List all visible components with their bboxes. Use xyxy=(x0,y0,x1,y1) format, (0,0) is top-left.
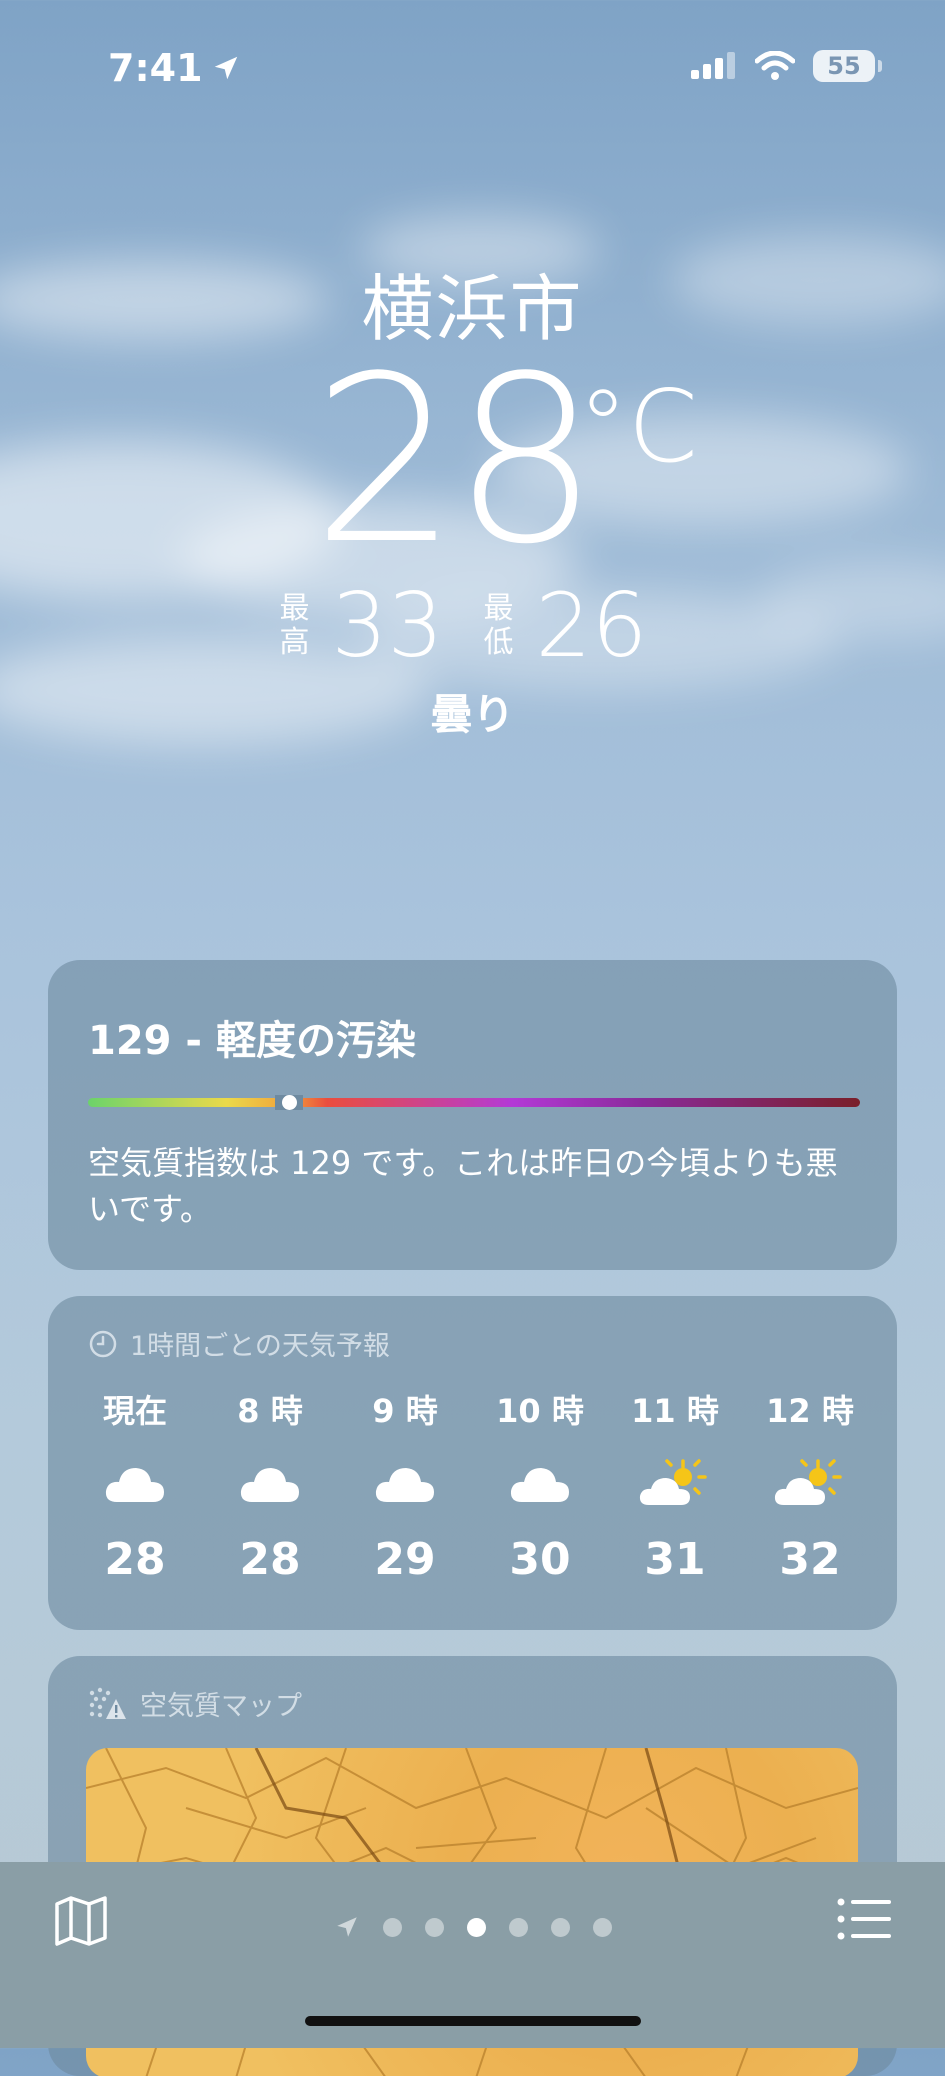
time-label: 7:41 xyxy=(108,46,203,90)
air-quality-card[interactable]: 129 - 軽度の汚染 空気質指数は 129 です。これは昨日の今頃よりも悪いで… xyxy=(48,960,897,1270)
aqi-description: 空気質指数は 129 です。これは昨日の今頃よりも悪いです。 xyxy=(88,1144,838,1228)
hour-label: 12 時 xyxy=(766,1392,854,1430)
clock-icon xyxy=(89,1330,117,1357)
high-label: 最 高 xyxy=(280,592,310,660)
hour-temp: 30 xyxy=(509,1534,571,1585)
cellular-signal-icon xyxy=(691,52,735,79)
hour-temp: 28 xyxy=(239,1534,301,1585)
hour-label: 10 時 xyxy=(496,1392,584,1430)
wifi-icon xyxy=(755,51,795,80)
cloud-icon xyxy=(240,1468,299,1502)
hour-item: 10 時 30 xyxy=(475,1386,605,1585)
page-dot[interactable] xyxy=(424,1917,444,1937)
hour-item: 8 時 28 xyxy=(205,1386,335,1585)
hour-label: 8 時 xyxy=(237,1392,303,1430)
list-icon[interactable] xyxy=(837,1896,891,1942)
hour-item: 11 時 31 xyxy=(610,1386,740,1585)
current-temperature: 28 °C xyxy=(0,347,945,577)
hour-temp: 32 xyxy=(779,1534,841,1585)
temperature-unit: °C xyxy=(578,368,698,485)
cloud-icon xyxy=(105,1468,164,1502)
air-quality-warning-icon xyxy=(89,1687,126,1719)
hour-item: 現在 28 xyxy=(70,1386,200,1585)
page-dot[interactable] xyxy=(382,1917,402,1937)
page-indicator[interactable] xyxy=(0,1914,945,1940)
condition-label: 曇り xyxy=(430,690,515,739)
map-header: 空気質マップ xyxy=(88,1684,302,1723)
partly-sunny-icon xyxy=(639,1459,707,1505)
high-label-1: 最 xyxy=(279,591,310,626)
page-dot[interactable] xyxy=(508,1917,528,1937)
hour-temp: 29 xyxy=(374,1534,436,1585)
bottom-toolbar xyxy=(0,1862,945,2048)
hourly-header: 1時間ごとの天気予報 xyxy=(88,1324,390,1363)
map-header-label: 空気質マップ xyxy=(140,1691,302,1722)
high-label-2: 高 xyxy=(279,625,310,660)
location-arrow-icon xyxy=(214,56,237,80)
low-label: 最 低 xyxy=(484,592,514,660)
hour-label: 現在 xyxy=(102,1392,167,1430)
battery-indicator: 55 xyxy=(813,50,882,82)
low-label-1: 最 xyxy=(483,591,514,626)
hourly-forecast-card[interactable]: 1時間ごとの天気予報 現在 28 8 時 28 9 時 29 10 時 30 1… xyxy=(48,1296,897,1630)
hour-temp: 31 xyxy=(644,1534,706,1585)
temperature-value: 28 xyxy=(312,328,599,595)
current-weather: 横浜市 28 °C 最 高 33 最 低 26 曇り xyxy=(0,250,945,742)
partly-sunny-icon xyxy=(774,1459,842,1505)
page-dot[interactable] xyxy=(550,1917,570,1937)
low-label-2: 低 xyxy=(483,625,514,660)
hourly-list[interactable]: 現在 28 8 時 28 9 時 29 10 時 30 11 時 31 12 時… xyxy=(70,1386,875,1585)
cloud-icon xyxy=(375,1468,434,1502)
hour-label: 9 時 xyxy=(372,1392,438,1430)
page-dot[interactable] xyxy=(466,1917,486,1937)
battery-level: 55 xyxy=(827,52,861,80)
location-page-icon[interactable] xyxy=(334,1914,360,1940)
aqi-title: 129 - 軽度の汚染 xyxy=(88,1018,416,1064)
home-indicator xyxy=(305,2016,641,2026)
hour-temp: 28 xyxy=(104,1534,166,1585)
hour-label: 11 時 xyxy=(631,1392,719,1430)
aqi-marker xyxy=(281,1095,297,1110)
status-bar: 7:41 55 xyxy=(0,0,945,140)
hour-item: 9 時 29 xyxy=(340,1386,470,1585)
status-time: 7:41 xyxy=(108,46,241,90)
hourly-header-label: 1時間ごとの天気予報 xyxy=(130,1331,390,1362)
hour-item: 12 時 32 xyxy=(745,1386,875,1585)
cloud-icon xyxy=(510,1468,569,1502)
aqi-scale-bar xyxy=(88,1095,860,1110)
page-dot[interactable] xyxy=(592,1917,612,1937)
